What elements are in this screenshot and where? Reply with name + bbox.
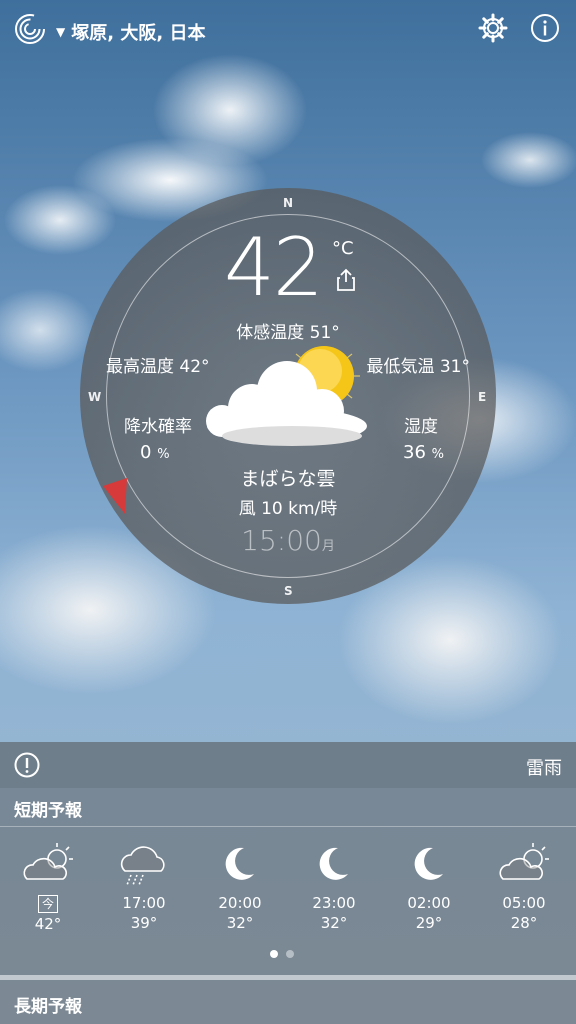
moon-icon [319, 847, 348, 880]
rain-cloud-icon [120, 846, 165, 886]
partly-cloudy-day-icon [23, 843, 73, 880]
location-name: 塚原, 大阪, 日本 [71, 23, 206, 44]
forecast-item[interactable]: 23:00 32° [294, 840, 374, 932]
wind-text: 風 10 km/時 [238, 499, 338, 519]
location-selector[interactable]: ▼ 塚原, 大阪, 日本 [56, 19, 205, 45]
forecast-time: 今 [37, 895, 58, 913]
page-dot[interactable] [286, 950, 294, 958]
alert-text: 雷雨 [526, 758, 562, 779]
forecast-item[interactable]: 20:00 32° [200, 840, 280, 932]
top-bar: ▼ 塚原, 大阪, 日本 [0, 0, 576, 60]
current-temperature: 42 [224, 221, 324, 314]
compass-south: S [284, 584, 293, 598]
forecast-temp: 39° [130, 914, 158, 932]
precip-value: 0 % [140, 442, 170, 463]
weather-alert[interactable]: 雷雨 [0, 742, 576, 788]
moon-icon [414, 847, 443, 880]
forecast-time: 20:00 [218, 894, 262, 912]
compass-north: N [283, 196, 294, 210]
forecast-temp: 29° [415, 914, 443, 932]
forecast-item[interactable]: 05:00 28° [484, 840, 564, 932]
current-time: 15:00月 [241, 524, 335, 557]
direction-marker-icon [103, 478, 127, 514]
condition-text: まばらな雲 [240, 468, 336, 490]
forecast-time: 23:00 [312, 894, 356, 912]
forecast-temp: 32° [226, 914, 254, 932]
forecast-time: 05:00 [502, 894, 546, 912]
info-icon[interactable] [530, 13, 560, 43]
precip-label: 降水確率 [124, 417, 192, 437]
partly-cloudy-day-icon [206, 346, 367, 446]
gear-icon[interactable] [478, 13, 508, 43]
forecast-temp: 32° [320, 914, 348, 932]
forecast-temp: 28° [510, 914, 538, 932]
page-indicator[interactable] [270, 950, 294, 958]
long-forecast-title: 長期予報 [14, 997, 82, 1017]
alert-icon [14, 752, 40, 778]
feels-like: 体感温度 51° [236, 323, 340, 343]
humidity-value: 36 % [403, 442, 444, 463]
compass-east: E [478, 390, 487, 404]
forecast-temp: 42° [34, 915, 62, 933]
humidity-label: 湿度 [404, 417, 438, 437]
forecast-time: 17:00 [122, 894, 166, 912]
forecast-item[interactable]: 17:00 39° [104, 840, 184, 932]
forecast-time: 02:00 [407, 894, 451, 912]
temperature-unit[interactable]: °C [332, 238, 354, 259]
divider [0, 975, 576, 980]
compass-west: W [88, 390, 102, 404]
dropdown-caret-icon: ▼ [56, 25, 66, 39]
page-dot-active[interactable] [270, 950, 278, 958]
partly-cloudy-day-icon [499, 843, 549, 880]
moon-icon [225, 847, 254, 880]
forecast-item[interactable]: 02:00 29° [389, 840, 469, 932]
forecast-item[interactable]: 今 42° [8, 840, 88, 933]
divider [0, 826, 576, 827]
app-logo-icon[interactable] [14, 13, 46, 45]
share-icon[interactable] [336, 268, 356, 292]
short-forecast-title: 短期予報 [14, 801, 82, 821]
